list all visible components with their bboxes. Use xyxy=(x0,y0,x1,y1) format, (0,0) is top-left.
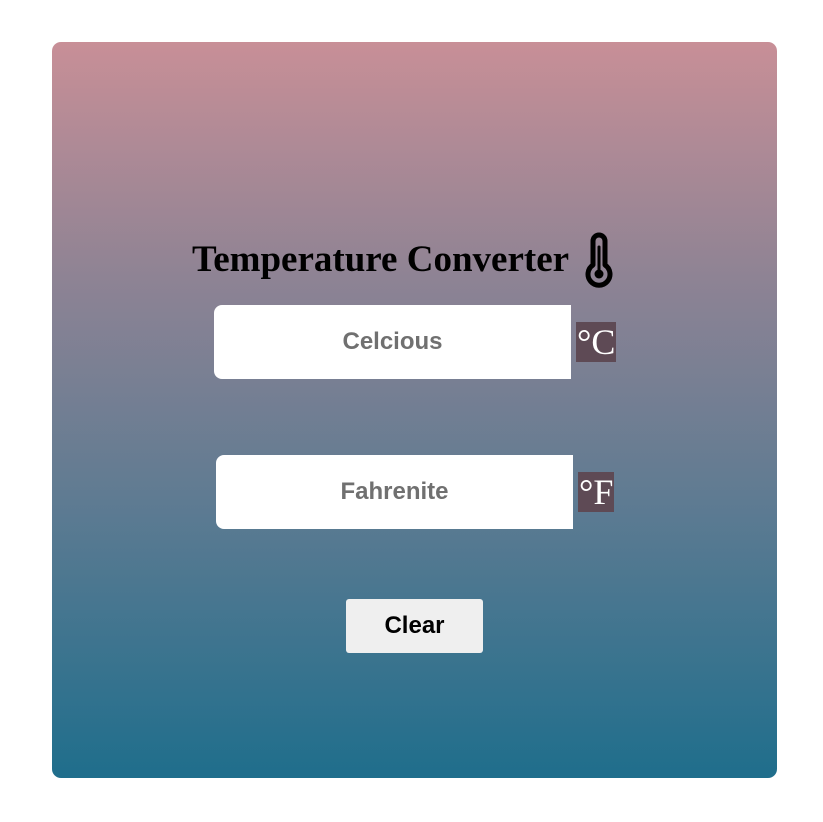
celsius-row: °C xyxy=(214,305,617,379)
page-title: Temperature Converter xyxy=(191,239,570,280)
fahrenheit-input[interactable] xyxy=(216,455,573,529)
celsius-input[interactable] xyxy=(214,305,571,379)
celsius-unit-label: °C xyxy=(576,322,617,362)
fahrenheit-row: °F xyxy=(216,455,615,529)
converter-card: Temperature Converter °C °F Clear xyxy=(52,42,777,778)
thermometer-icon xyxy=(583,231,615,289)
fahrenheit-unit-label: °F xyxy=(578,472,615,512)
title-row: Temperature Converter xyxy=(41,230,766,290)
clear-button[interactable]: Clear xyxy=(346,599,483,653)
